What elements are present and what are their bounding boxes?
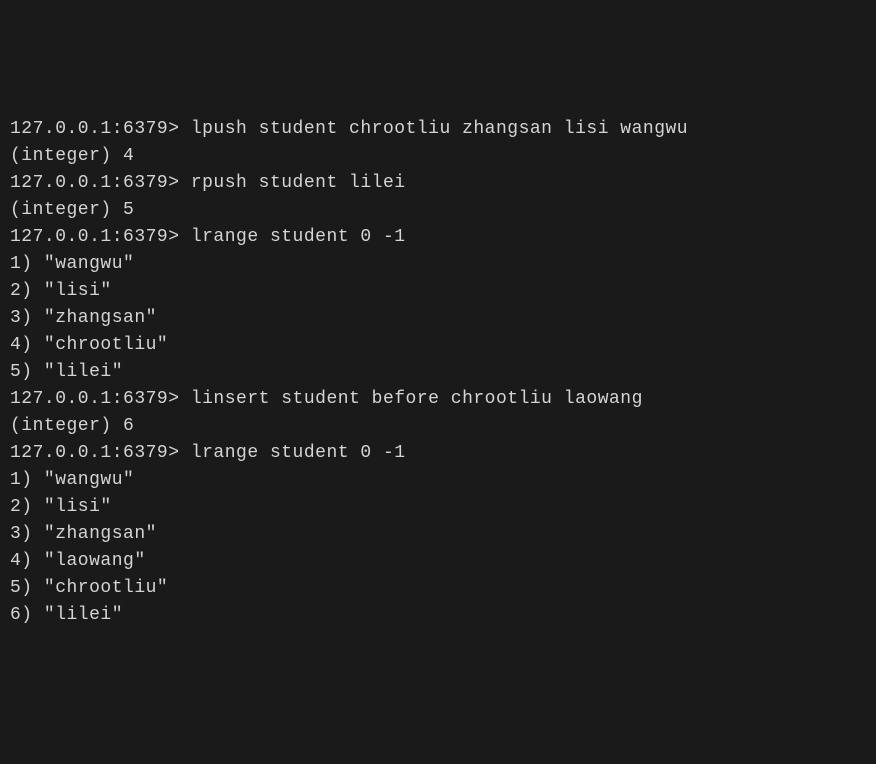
terminal-command-line: 127.0.0.1:6379> lrange student 0 -1	[10, 224, 866, 251]
terminal-output-line: (integer) 4	[10, 143, 866, 170]
terminal-output[interactable]: 127.0.0.1:6379> lpush student chrootliu …	[10, 116, 866, 629]
terminal-command-line: 127.0.0.1:6379> lpush student chrootliu …	[10, 116, 866, 143]
terminal-output-line: 5) "chrootliu"	[10, 575, 866, 602]
terminal-output-line: 1) "wangwu"	[10, 467, 866, 494]
terminal-output-line: 3) "zhangsan"	[10, 521, 866, 548]
terminal-output-line: 4) "laowang"	[10, 548, 866, 575]
terminal-output-line: 2) "lisi"	[10, 278, 866, 305]
terminal-output-line: (integer) 6	[10, 413, 866, 440]
terminal-command-line: 127.0.0.1:6379> linsert student before c…	[10, 386, 866, 413]
terminal-output-line: 1) "wangwu"	[10, 251, 866, 278]
terminal-output-line: 6) "lilei"	[10, 602, 866, 629]
terminal-command-line: 127.0.0.1:6379> rpush student lilei	[10, 170, 866, 197]
terminal-output-line: 2) "lisi"	[10, 494, 866, 521]
terminal-output-line: 4) "chrootliu"	[10, 332, 866, 359]
terminal-output-line: (integer) 5	[10, 197, 866, 224]
terminal-command-line: 127.0.0.1:6379> lrange student 0 -1	[10, 440, 866, 467]
terminal-output-line: 5) "lilei"	[10, 359, 866, 386]
terminal-output-line: 3) "zhangsan"	[10, 305, 866, 332]
